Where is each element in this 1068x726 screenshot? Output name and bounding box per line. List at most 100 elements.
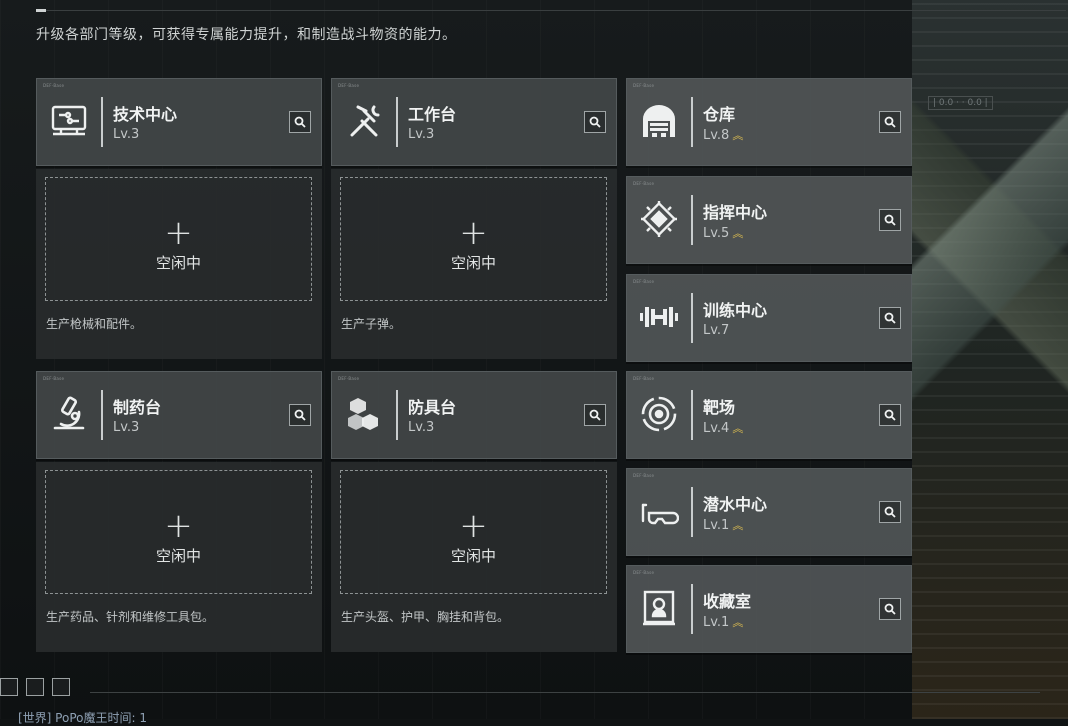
production-description: 生产药品、针剂和维修工具包。 xyxy=(46,610,215,624)
facility-name: 收藏室 xyxy=(703,592,752,611)
search-button[interactable] xyxy=(289,111,311,133)
facility-name: 制药台 xyxy=(113,398,162,417)
facility-card-armor-bench[interactable]: DEF·Base 防具台 Lv.3 xyxy=(331,371,617,459)
card-tag: DEF·Base xyxy=(633,473,655,478)
facility-card-warehouse[interactable]: DEF·Base 仓库 Lv.8 ︽ xyxy=(626,78,912,166)
toolbar-button-1[interactable] xyxy=(0,678,18,696)
facility-name: 防具台 xyxy=(408,398,457,417)
search-button[interactable] xyxy=(879,501,901,523)
facility-card-diving-center[interactable]: DEF·Base 潜水中心 Lv.1 ︽ xyxy=(626,468,912,556)
facility-card-pharmacy[interactable]: DEF·Base 制药台 Lv.3 xyxy=(36,371,322,459)
facility-level-row: Lv.5 ︽ xyxy=(703,225,743,241)
facility-level: Lv.3 xyxy=(408,127,435,142)
world-chat-line[interactable]: [世界] PoPo魔王时间: 1 xyxy=(18,709,147,726)
search-button[interactable] xyxy=(879,209,901,231)
facility-card-command-center[interactable]: DEF·Base 指挥中心 Lv.5 ︽ xyxy=(626,176,912,264)
computer-icon xyxy=(47,97,91,145)
search-button[interactable] xyxy=(879,404,901,426)
facility-name: 工作台 xyxy=(408,105,457,124)
production-description: 生产子弹。 xyxy=(341,317,402,331)
collection-icon xyxy=(637,584,681,632)
header-divider xyxy=(36,10,1066,11)
search-button[interactable] xyxy=(584,404,606,426)
search-button[interactable] xyxy=(879,307,901,329)
facility-level: Lv.1 xyxy=(703,615,730,630)
facility-level-row: Lv.8 ︽ xyxy=(703,127,743,143)
search-icon xyxy=(884,603,896,615)
slot-status: 空闲中 xyxy=(450,547,496,565)
facility-level: Lv.3 xyxy=(113,127,140,142)
microscope-icon xyxy=(47,390,91,438)
production-description: 生产头盔、护甲、胸挂和背包。 xyxy=(341,610,510,624)
card-tag: DEF·Base xyxy=(633,376,655,381)
facility-level: Lv.7 xyxy=(703,323,730,338)
search-icon xyxy=(294,409,306,421)
upgrade-chevron-icon: ︽ xyxy=(732,129,743,142)
facility-card-training-center[interactable]: DEF·Base 训练中心 Lv.7 xyxy=(626,274,912,362)
card-separator xyxy=(691,584,693,634)
upgrade-chevron-icon: ︽ xyxy=(732,519,743,532)
upgrade-chevron-icon: ︽ xyxy=(732,227,743,240)
card-tag: DEF·Base xyxy=(43,376,65,381)
slot-status: 空闲中 xyxy=(155,547,201,565)
search-button[interactable] xyxy=(879,598,901,620)
production-slot[interactable]: + 空闲中 xyxy=(45,470,312,594)
production-slot[interactable]: + 空闲中 xyxy=(45,177,312,301)
chip-icon xyxy=(637,195,681,243)
search-button[interactable] xyxy=(584,111,606,133)
facility-level: Lv.1 xyxy=(703,518,730,533)
production-panel-tech-center: + 空闲中 生产枪械和配件。 xyxy=(36,169,322,359)
search-icon xyxy=(884,506,896,518)
warehouse-icon xyxy=(637,97,681,145)
facility-card-collection-room[interactable]: DEF·Base 收藏室 Lv.1 ︽ xyxy=(626,565,912,653)
facility-card-workbench[interactable]: DEF·Base 工作台 Lv.3 xyxy=(331,78,617,166)
search-icon xyxy=(884,409,896,421)
card-separator xyxy=(691,195,693,245)
bottom-track xyxy=(90,692,1040,693)
search-button[interactable] xyxy=(879,111,901,133)
facility-level-row: Lv.1 ︽ xyxy=(703,614,743,630)
diving-mask-icon xyxy=(637,487,681,535)
search-icon xyxy=(589,409,601,421)
card-tag: DEF·Base xyxy=(633,83,655,88)
search-button[interactable] xyxy=(289,404,311,426)
card-tag: DEF·Base xyxy=(633,279,655,284)
card-tag: DEF·Base xyxy=(338,376,360,381)
card-separator xyxy=(691,487,693,537)
page-subtitle: 升级各部门等级，可获得专属能力提升，和制造战斗物资的能力。 xyxy=(36,27,457,43)
card-tag: DEF·Base xyxy=(43,83,65,88)
slot-status: 空闲中 xyxy=(155,254,201,272)
card-tag: DEF·Base xyxy=(338,83,360,88)
card-separator xyxy=(691,390,693,440)
facility-name: 技术中心 xyxy=(113,105,178,124)
card-separator xyxy=(691,293,693,343)
facility-level-row: Lv.1 ︽ xyxy=(703,517,743,533)
facility-level: Lv.8 xyxy=(703,128,730,143)
facility-level: Lv.3 xyxy=(408,420,435,435)
facility-card-shooting-range[interactable]: DEF·Base 靶场 Lv.4 ︽ xyxy=(626,371,912,459)
plus-icon: + xyxy=(459,506,488,546)
production-panel-workbench: + 空闲中 生产子弹。 xyxy=(331,169,617,359)
toolbar-button-2[interactable] xyxy=(26,678,44,696)
production-panel-armor-bench: + 空闲中 生产头盔、护甲、胸挂和背包。 xyxy=(331,462,617,652)
target-icon xyxy=(637,390,681,438)
facility-level: Lv.3 xyxy=(113,420,140,435)
card-separator xyxy=(101,97,103,147)
search-icon xyxy=(884,312,896,324)
production-description: 生产枪械和配件。 xyxy=(46,317,143,331)
card-tag: DEF·Base xyxy=(633,181,655,186)
plus-icon: + xyxy=(164,213,193,253)
tools-icon xyxy=(342,97,386,145)
production-slot[interactable]: + 空闲中 xyxy=(340,177,607,301)
bottom-toolbar xyxy=(0,678,70,696)
facility-name: 靶场 xyxy=(703,398,736,417)
search-icon xyxy=(884,214,896,226)
toolbar-button-3[interactable] xyxy=(52,678,70,696)
plus-icon: + xyxy=(459,213,488,253)
card-separator xyxy=(101,390,103,440)
facility-card-tech-center[interactable]: DEF·Base 技术中心 Lv.3 xyxy=(36,78,322,166)
plus-icon: + xyxy=(164,506,193,546)
facility-name: 指挥中心 xyxy=(703,203,768,222)
search-icon xyxy=(884,116,896,128)
production-slot[interactable]: + 空闲中 xyxy=(340,470,607,594)
